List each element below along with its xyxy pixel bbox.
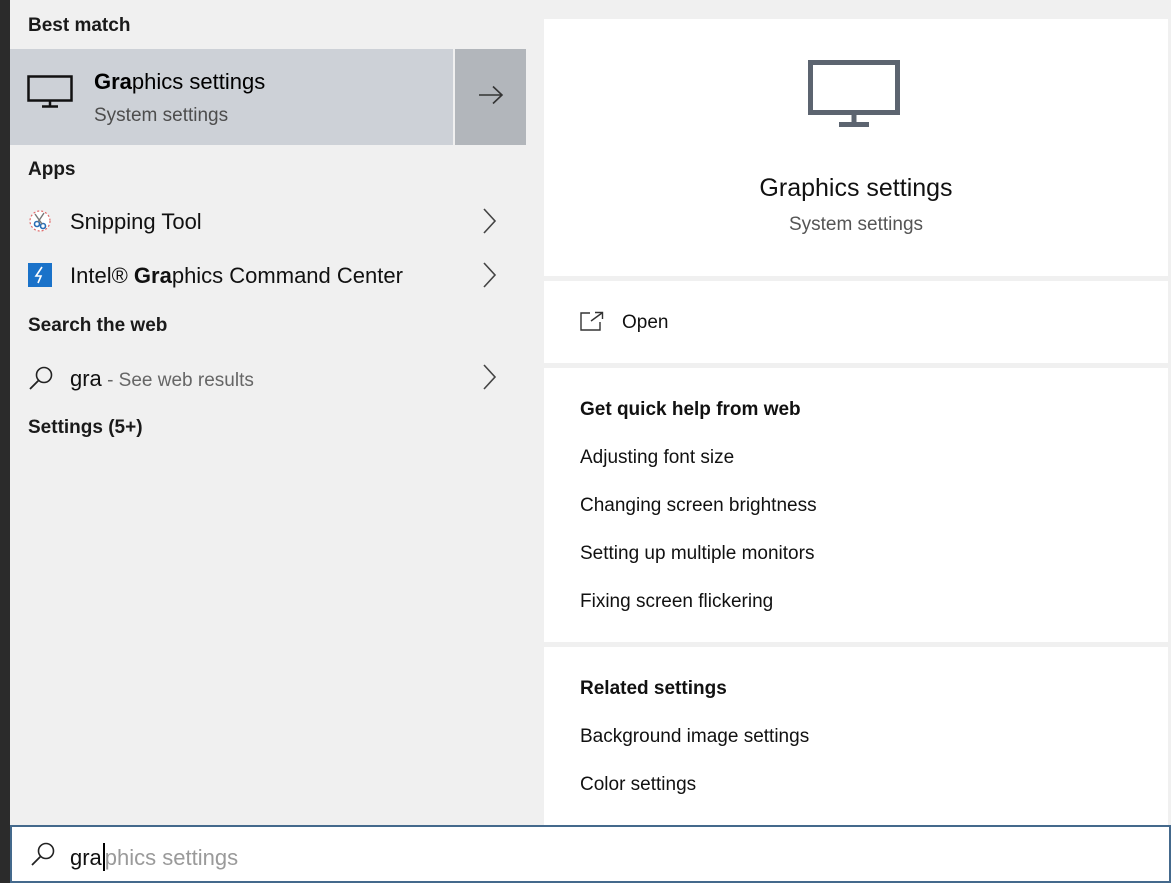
search-icon bbox=[30, 841, 56, 872]
preview-subtitle: System settings bbox=[788, 214, 924, 235]
open-label: Open bbox=[622, 312, 669, 333]
best-match-title: Graphics settings bbox=[94, 69, 266, 94]
chevron-right-icon[interactable] bbox=[480, 207, 498, 240]
best-match-expand-button[interactable] bbox=[455, 49, 526, 145]
app-item-intel-graphics[interactable]: Intel® Graphics Command Center bbox=[10, 251, 526, 299]
best-match-header: Best match bbox=[28, 15, 131, 36]
help-link[interactable]: Fixing screen flickering bbox=[580, 591, 773, 613]
snipping-tool-icon bbox=[28, 209, 52, 233]
chevron-right-icon[interactable] bbox=[480, 261, 498, 294]
help-link[interactable]: Setting up multiple monitors bbox=[580, 543, 814, 565]
help-link[interactable]: Adjusting font size bbox=[580, 447, 734, 469]
quick-help-header: Get quick help from web bbox=[580, 399, 801, 420]
settings-header[interactable]: Settings (5+) bbox=[28, 417, 143, 439]
search-box[interactable]: gra phics settings bbox=[10, 825, 1171, 883]
monitor-icon bbox=[27, 75, 73, 114]
intel-graphics-icon bbox=[28, 263, 52, 287]
open-action[interactable]: Open bbox=[544, 281, 1168, 363]
app-label: Intel® Graphics Command Center bbox=[70, 263, 403, 288]
apps-header: Apps bbox=[28, 159, 76, 180]
web-result-item[interactable]: gra - See web results bbox=[10, 353, 526, 401]
results-pane: Best match Graphics settings System sett… bbox=[10, 0, 526, 825]
related-link[interactable]: Background image settings bbox=[580, 726, 809, 748]
related-settings-card: Related settings Background image settin… bbox=[544, 647, 1168, 825]
search-input[interactable]: gra phics settings bbox=[70, 843, 238, 871]
best-match-subtitle: System settings bbox=[94, 105, 229, 126]
search-icon bbox=[28, 365, 53, 390]
preview-title: Graphics settings bbox=[759, 174, 953, 202]
help-link[interactable]: Changing screen brightness bbox=[580, 495, 817, 517]
arrow-right-icon bbox=[477, 85, 505, 110]
app-item-snipping-tool[interactable]: Snipping Tool bbox=[10, 197, 526, 245]
chevron-right-icon[interactable] bbox=[480, 363, 498, 396]
web-result-label: gra - See web results bbox=[70, 366, 254, 391]
best-match-item[interactable]: Graphics settings System settings bbox=[10, 49, 453, 145]
search-web-header: Search the web bbox=[28, 315, 168, 336]
search-autocomplete: phics settings bbox=[104, 845, 239, 870]
quick-help-card: Get quick help from web Adjusting font s… bbox=[544, 368, 1168, 642]
preview-pane: Graphics settings System settings Open G… bbox=[526, 0, 1171, 825]
search-window: Best match Graphics settings System sett… bbox=[0, 0, 1171, 883]
related-settings-header: Related settings bbox=[580, 678, 727, 699]
related-link[interactable]: Color settings bbox=[580, 774, 696, 796]
monitor-icon bbox=[808, 60, 900, 133]
preview-card: Graphics settings System settings bbox=[544, 19, 1168, 276]
app-label: Snipping Tool bbox=[70, 209, 202, 234]
open-external-icon bbox=[580, 311, 604, 336]
